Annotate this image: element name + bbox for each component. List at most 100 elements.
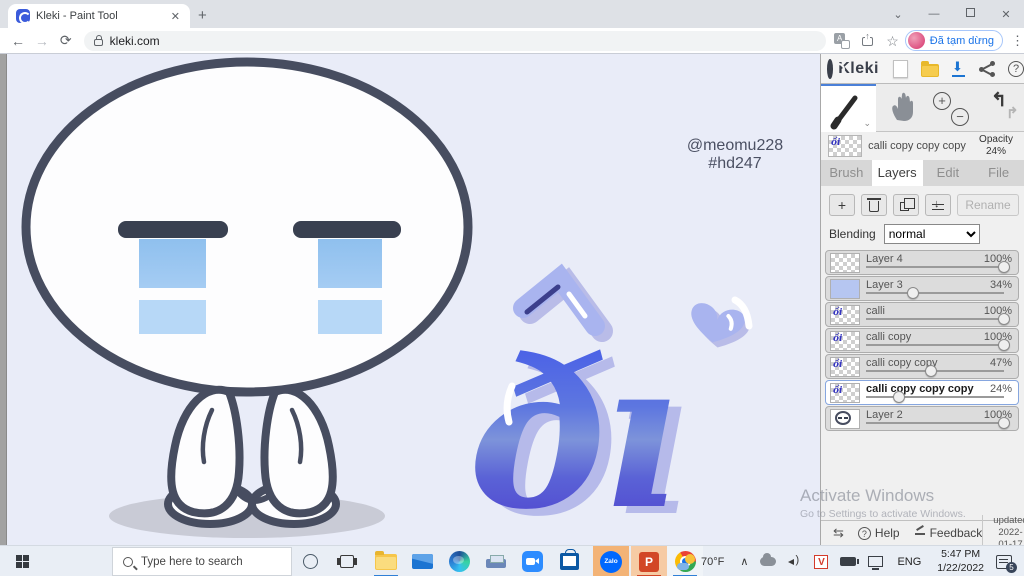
layer-row-selected[interactable]: ồi calli copy copy copy 24%: [825, 380, 1019, 405]
tab-search-chevron-icon[interactable]: ⌄: [880, 8, 916, 21]
paint-canvas[interactable]: @meomu228 #hd247 ðı ðı: [7, 54, 820, 562]
open-folder-icon[interactable]: [921, 60, 939, 77]
volume-icon[interactable]: [788, 554, 802, 568]
hand-icon: [892, 92, 913, 121]
duplicate-layer-button[interactable]: [893, 194, 919, 216]
battery-icon[interactable]: [840, 557, 860, 566]
brush-options-chevron-icon[interactable]: ⌄: [863, 118, 871, 129]
zoom-app-button[interactable]: [514, 549, 550, 574]
tab-brush[interactable]: Brush: [821, 160, 872, 186]
tab-file[interactable]: File: [973, 160, 1024, 186]
layer-thumbnail: [830, 279, 860, 299]
zalo-button[interactable]: Zalo: [593, 546, 629, 576]
taskbar-search[interactable]: Type here to search: [112, 547, 292, 576]
windows-logo-icon: [16, 554, 29, 568]
layer-row[interactable]: ồi calli copy 100%: [825, 328, 1019, 353]
rename-layer-button[interactable]: Rename: [957, 194, 1019, 216]
svg-text:#hd247: #hd247: [708, 155, 761, 172]
browser-toolbar: ← → ⟳ kleki.com A ☆ Đã tạm dừng ⋮: [0, 28, 1024, 54]
opacity-slider[interactable]: [866, 391, 1004, 403]
opacity-slider[interactable]: [866, 365, 1004, 377]
weather-icon[interactable]: [677, 553, 696, 570]
share-image-icon[interactable]: [979, 60, 995, 77]
opacity-slider[interactable]: [866, 339, 1010, 351]
reload-button[interactable]: ⟳: [54, 32, 78, 49]
search-icon: [123, 556, 133, 567]
new-image-icon[interactable]: [893, 59, 908, 78]
hand-tool-button[interactable]: [889, 92, 917, 125]
kleki-favicon: [16, 9, 31, 24]
zoom-out-button[interactable]: −: [951, 108, 969, 126]
add-layer-button[interactable]: +: [829, 194, 855, 216]
printer-app-button[interactable]: [478, 549, 514, 574]
panel-tabs: Brush Layers Edit File: [821, 160, 1024, 186]
back-button[interactable]: ←: [6, 33, 30, 49]
undo-button[interactable]: ↰: [991, 89, 1007, 112]
translate-icon[interactable]: A: [834, 32, 851, 49]
forward-button[interactable]: →: [30, 33, 54, 49]
powerpoint-button[interactable]: P: [631, 546, 667, 576]
hidden-icons-chevron-icon[interactable]: ∧: [740, 555, 748, 568]
opacity-slider[interactable]: [866, 261, 1010, 273]
character-hands: [164, 385, 340, 528]
tab-layers[interactable]: Layers: [871, 160, 923, 186]
tab-close-icon[interactable]: ✕: [169, 10, 182, 23]
layer-row[interactable]: ồi calli copy copy 47%: [825, 354, 1019, 379]
kleki-toolbar: ⌄ + − ↰ ↱: [821, 84, 1024, 132]
edge-icon: [448, 551, 470, 572]
swap-colors-icon[interactable]: ⇆: [833, 525, 844, 541]
temperature[interactable]: 70°F: [701, 556, 724, 568]
layer-thumbnail: ồi: [830, 331, 860, 351]
address-bar[interactable]: kleki.com: [83, 30, 827, 51]
minimize-button[interactable]: —: [916, 8, 952, 20]
opacity-slider[interactable]: [866, 287, 1004, 299]
merge-layer-button[interactable]: [925, 194, 951, 216]
layer-row[interactable]: Layer 4 100%: [825, 250, 1019, 275]
opacity-slider[interactable]: [866, 417, 1010, 429]
feedback-button[interactable]: Feedback: [914, 526, 982, 540]
mail-button[interactable]: [404, 549, 440, 574]
maximize-button[interactable]: [952, 8, 988, 20]
onedrive-icon[interactable]: [760, 553, 777, 566]
network-icon[interactable]: [868, 556, 884, 570]
active-layer-opacity: Opacity 24%: [979, 133, 1013, 158]
help-button[interactable]: ? Help: [857, 526, 900, 540]
browser-tab[interactable]: Kleki - Paint Tool ✕: [8, 4, 190, 28]
file-explorer-icon: [375, 550, 397, 570]
layer-row[interactable]: ồi calli 100%: [825, 302, 1019, 327]
brush-tool-button[interactable]: ⌄: [821, 84, 876, 132]
kleki-logo-icon: [827, 58, 846, 79]
edge-button[interactable]: [441, 549, 477, 574]
profile-sync-paused-button[interactable]: Đã tạm dừng: [904, 30, 1004, 51]
language-indicator[interactable]: ENG: [897, 556, 921, 568]
redo-button[interactable]: ↱: [1006, 104, 1019, 122]
clock[interactable]: 5:47 PM 1/22/2022: [937, 548, 984, 575]
store-button[interactable]: [551, 549, 587, 574]
share-icon[interactable]: [860, 30, 876, 49]
active-layer-thumbnail[interactable]: ồi: [828, 135, 862, 157]
zoom-in-button[interactable]: +: [933, 92, 951, 110]
unikey-icon[interactable]: V: [814, 554, 829, 569]
new-tab-button[interactable]: +: [198, 7, 207, 24]
browser-menu-icon[interactable]: ⋮: [1011, 33, 1024, 49]
cortana-button[interactable]: [303, 554, 318, 569]
artist-annotation: @meomu228 #hd247: [687, 137, 783, 172]
layers-panel: + Rename Blending normal Layer 4: [821, 186, 1024, 520]
window-controls: ⌄ — ✕: [880, 0, 1024, 28]
opacity-slider[interactable]: [866, 313, 1010, 325]
blending-select[interactable]: normal: [883, 224, 980, 244]
close-button[interactable]: ✕: [988, 8, 1024, 21]
delete-layer-button[interactable]: [861, 194, 887, 216]
layer-row[interactable]: Layer 3 34%: [825, 276, 1019, 301]
bookmark-star-icon[interactable]: ☆: [886, 33, 899, 49]
notification-center-button[interactable]: 5: [996, 554, 1017, 573]
start-button[interactable]: [0, 546, 46, 576]
task-view-button[interactable]: [337, 555, 357, 568]
tab-edit[interactable]: Edit: [923, 160, 974, 186]
avatar: [907, 32, 925, 49]
file-explorer-button[interactable]: [368, 549, 404, 576]
layer-row[interactable]: Layer 2 100%: [825, 406, 1019, 431]
download-icon[interactable]: [952, 59, 966, 78]
calligraphy-art: ðı ðı: [471, 263, 753, 562]
help-icon[interactable]: ?: [1008, 60, 1024, 77]
